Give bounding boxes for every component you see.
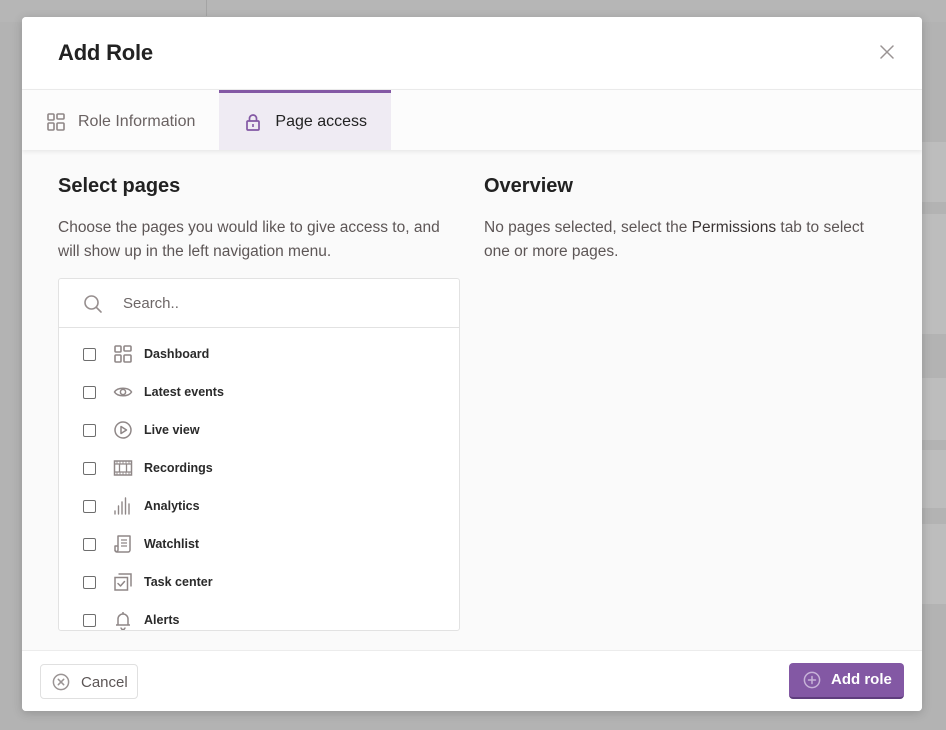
select-pages-title: Select pages [58, 175, 181, 197]
modal-title: Add Role [58, 40, 153, 65]
checkbox[interactable] [83, 537, 96, 551]
list-item-recordings[interactable]: Recordings [59, 449, 459, 487]
checkbox[interactable] [83, 385, 96, 399]
overview-text: No pages selected, select the Permission… [484, 216, 894, 264]
task-check-icon [114, 573, 132, 591]
add-role-button[interactable]: Add role [789, 663, 904, 699]
add-role-modal: Add Role Role Information Page access Se… [22, 17, 922, 711]
list-item-label: Task center [144, 575, 213, 589]
bell-icon [116, 612, 130, 630]
eye-icon [113, 387, 133, 397]
search-input[interactable] [123, 289, 443, 317]
list-item-watchlist[interactable]: Watchlist [59, 525, 459, 563]
grid-icon [47, 112, 65, 131]
overview-title: Overview [484, 175, 573, 197]
modal-content: Select pages Choose the pages you would … [22, 150, 922, 650]
list-item-dashboard[interactable]: Dashboard [59, 335, 459, 373]
bar-chart-icon [114, 497, 130, 515]
lock-icon [246, 113, 261, 131]
list-item-alerts[interactable]: Alerts [59, 601, 459, 630]
list-item-label: Analytics [144, 499, 200, 513]
list-item-label: Dashboard [144, 347, 210, 361]
checkbox[interactable] [83, 423, 96, 437]
tab-page-access[interactable]: Page access [219, 90, 391, 150]
search-row [59, 279, 459, 328]
plus-circle-icon [803, 671, 821, 689]
close-icon [880, 45, 894, 59]
modal-footer: Cancel Add role [22, 650, 922, 711]
cancel-button[interactable]: Cancel [40, 664, 138, 699]
list-item-latest-events[interactable]: Latest events [59, 373, 459, 411]
checkbox[interactable] [83, 613, 96, 627]
page-picker: Dashboard Latest events [58, 278, 460, 631]
checkbox[interactable] [83, 461, 96, 475]
cancel-circle-x-icon [52, 673, 70, 691]
checkbox[interactable] [83, 499, 96, 513]
permissions-emphasis: Permissions [691, 219, 777, 236]
select-pages-section: Select pages Choose the pages you would … [58, 150, 460, 631]
list-item-label: Alerts [144, 613, 180, 627]
tab-bar: Role Information Page access [22, 90, 922, 150]
add-role-label: Add role [831, 671, 892, 688]
list-item-analytics[interactable]: Analytics [59, 487, 459, 525]
list-item-task-center[interactable]: Task center [59, 563, 459, 601]
background-divider [206, 0, 207, 16]
checkbox[interactable] [83, 575, 96, 589]
list-item-label: Live view [144, 423, 200, 437]
tab-label: Role Information [78, 112, 196, 130]
page-list: Dashboard Latest events Live view Record… [59, 328, 459, 630]
tab-role-information[interactable]: Role Information [22, 90, 219, 150]
list-item-label: Watchlist [144, 537, 200, 551]
select-pages-description: Choose the pages you would like to give … [58, 219, 440, 260]
document-list-icon [114, 535, 131, 553]
cancel-label: Cancel [81, 674, 128, 691]
list-item-label: Latest events [144, 385, 224, 399]
tab-label: Page access [275, 112, 367, 130]
film-icon [113, 460, 133, 476]
play-circle-icon [114, 421, 132, 439]
checkbox[interactable] [83, 347, 96, 361]
list-item-live-view[interactable]: Live view [59, 411, 459, 449]
list-item-label: Recordings [144, 461, 213, 475]
overview-section: Overview No pages selected, select the P… [484, 150, 894, 264]
search-icon [84, 295, 102, 313]
overview-text-before: No pages selected, select the [484, 219, 692, 236]
close-button[interactable] [878, 43, 896, 61]
dashboard-icon [114, 345, 132, 363]
modal-header: Add Role [22, 17, 922, 90]
